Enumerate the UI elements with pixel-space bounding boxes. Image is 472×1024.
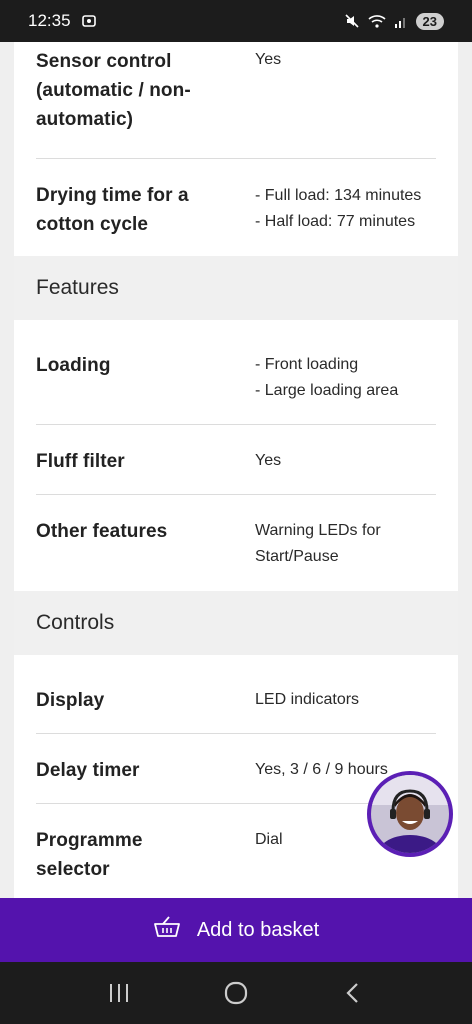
back-icon[interactable] [333, 973, 373, 1013]
chat-assistant-avatar[interactable] [367, 771, 453, 857]
spec-row: Sensor control (automatic / non- automat… [14, 42, 458, 159]
spec-row: Drying time for a cotton cycle - Full lo… [14, 159, 458, 256]
section-header-controls: Controls [14, 591, 458, 655]
spec-label: Other features [36, 521, 168, 542]
mute-icon [344, 13, 360, 29]
spec-row: Loading - Front loading - Large loading … [14, 320, 458, 425]
spec-row: Display LED indicators [14, 655, 458, 734]
signal-icon [394, 13, 408, 29]
basket-icon [153, 916, 181, 944]
recents-icon[interactable] [99, 973, 139, 1013]
spec-value: - Front loading - Large loading area [255, 356, 399, 399]
spec-label: Display [36, 690, 105, 711]
spec-value: - Full load: 134 minutes - Half load: 77… [255, 187, 422, 230]
battery-indicator: 23 [415, 12, 444, 30]
spec-row: Fluff filter Yes [14, 425, 458, 495]
spec-row: Other features Warning LEDs for Start/Pa… [14, 495, 458, 591]
spec-label: Drying time for a cotton cycle [36, 185, 189, 235]
spec-table: Sensor control (automatic / non- automat… [14, 42, 458, 898]
clock: 12:35 [28, 11, 71, 30]
status-bar: 12:35 23 [0, 0, 472, 42]
spec-label: Loading [36, 355, 111, 376]
spec-value: Yes [255, 452, 282, 469]
add-to-basket-button[interactable]: Add to basket [0, 898, 472, 962]
spec-label: Delay timer [36, 760, 140, 781]
home-icon[interactable] [216, 973, 256, 1013]
spec-label: Programme selector [36, 830, 143, 880]
section-header-features: Features [14, 256, 458, 320]
spec-value: Warning LEDs for Start/Pause [255, 522, 381, 565]
wifi-icon [367, 13, 386, 29]
spec-label: Sensor control (automatic / non- automat… [36, 51, 191, 130]
system-nav-bar [0, 962, 472, 1024]
spec-label: Fluff filter [36, 451, 125, 472]
screenshot-icon [81, 13, 97, 29]
spec-value: LED indicators [255, 691, 360, 708]
spec-value: Yes [255, 51, 282, 68]
add-to-basket-label: Add to basket [196, 918, 320, 941]
